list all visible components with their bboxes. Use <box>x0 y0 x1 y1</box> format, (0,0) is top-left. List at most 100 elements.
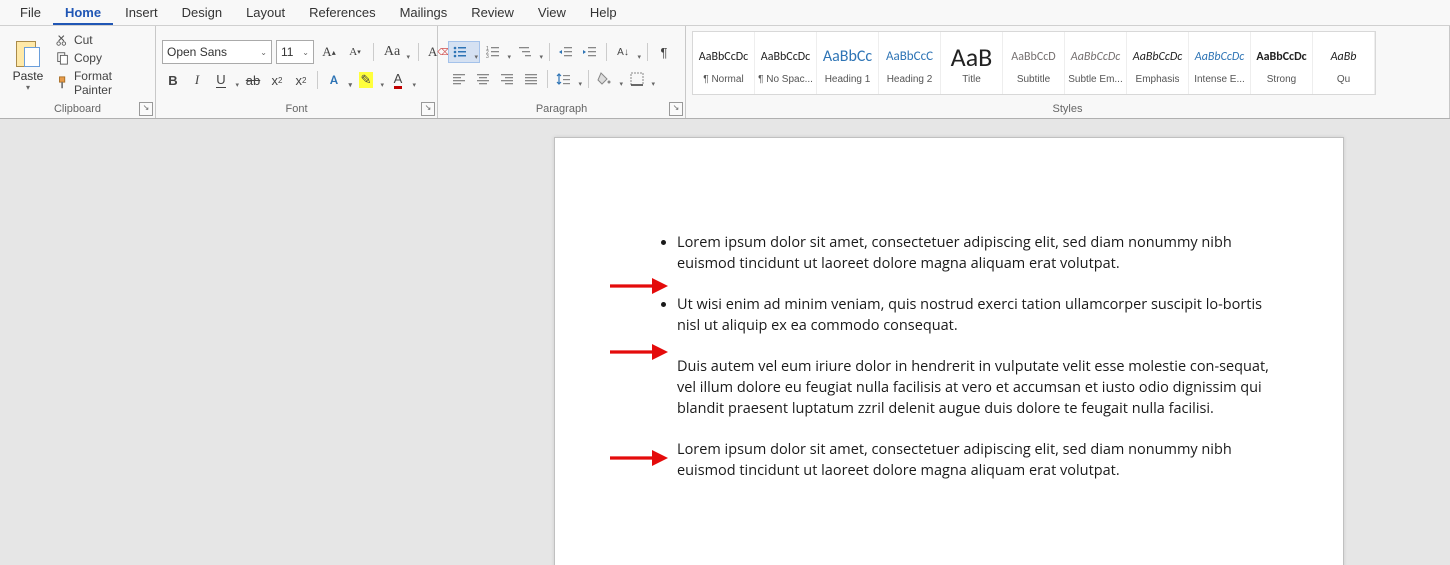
font-name-value: Open Sans <box>167 45 227 59</box>
font-size-value: 11 <box>281 45 293 59</box>
change-case-button[interactable]: Aa <box>381 42 411 62</box>
subscript-button[interactable]: x2 <box>266 70 288 90</box>
tab-review[interactable]: Review <box>459 1 526 25</box>
document-workspace: Lorem ipsum dolor sit amet, consectetuer… <box>0 119 1450 565</box>
italic-button[interactable]: I <box>186 70 208 90</box>
style-preview: AaBbCcC <box>886 42 933 72</box>
style-preview: AaBbCcDc <box>1256 42 1306 72</box>
style-name-label: Heading 2 <box>887 74 933 85</box>
list-item[interactable]: Ut wisi enim ad minim veniam, quis nostr… <box>677 294 1273 336</box>
tab-insert[interactable]: Insert <box>113 1 170 25</box>
style-item-qu[interactable]: AaBbQu <box>1313 32 1375 94</box>
copy-label: Copy <box>74 51 102 65</box>
style-item-normal[interactable]: AaBbCcDc ¶ Normal <box>693 32 755 94</box>
tab-help[interactable]: Help <box>578 1 629 25</box>
tab-references[interactable]: References <box>297 1 387 25</box>
outdent-button[interactable] <box>555 42 577 62</box>
style-preview: AaBbCc <box>823 42 872 72</box>
style-item-strong[interactable]: AaBbCcDc Strong <box>1251 32 1313 94</box>
text-effects-button[interactable]: A <box>323 70 353 90</box>
tab-mailings[interactable]: Mailings <box>388 1 460 25</box>
tab-layout[interactable]: Layout <box>234 1 297 25</box>
style-preview: AaB <box>951 42 993 72</box>
paragraph-text[interactable]: Duis autem vel eum iriure dolor in hendr… <box>677 356 1273 419</box>
superscript-button[interactable]: x2 <box>290 70 312 90</box>
document-body[interactable]: Lorem ipsum dolor sit amet, consectetuer… <box>655 232 1273 481</box>
style-preview: AaBbCcDc <box>761 42 810 72</box>
tab-view[interactable]: View <box>526 1 578 25</box>
font-color-button[interactable]: A <box>387 70 417 90</box>
style-name-label: ¶ No Spac... <box>758 74 813 85</box>
tab-design[interactable]: Design <box>170 1 234 25</box>
sort-button[interactable]: A↓ <box>612 42 642 62</box>
justify-button[interactable] <box>520 69 542 89</box>
style-preview: AaBbCcDc <box>699 42 748 72</box>
font-name-input[interactable]: Open Sans ⌄ <box>162 40 272 64</box>
numbering-button[interactable]: 123 <box>482 42 512 62</box>
list-item[interactable]: Lorem ipsum dolor sit amet, consectetuer… <box>677 232 1273 274</box>
group-clipboard: Paste ▾ Cut Copy <box>0 26 156 118</box>
cut-label: Cut <box>74 33 93 47</box>
align-right-button[interactable] <box>496 69 518 89</box>
borders-button[interactable] <box>626 69 656 89</box>
style-item-intense-e-[interactable]: AaBbCcDc Intense E... <box>1189 32 1251 94</box>
paste-button[interactable]: Paste ▾ <box>6 39 50 92</box>
bold-button[interactable]: B <box>162 70 184 90</box>
line-spacing-button[interactable] <box>553 69 583 89</box>
group-label-clipboard: Clipboard <box>6 101 149 118</box>
style-item-heading-2[interactable]: AaBbCcC Heading 2 <box>879 32 941 94</box>
align-left-button[interactable] <box>448 69 470 89</box>
paste-icon <box>16 39 40 67</box>
ribbon: Paste ▾ Cut Copy <box>0 26 1450 119</box>
font-size-input[interactable]: 11 ⌄ <box>276 40 314 64</box>
tab-file[interactable]: File <box>8 1 53 25</box>
format-painter-button[interactable]: Format Painter <box>56 69 149 97</box>
styles-gallery[interactable]: AaBbCcDc¶ NormalAaBbCcDc¶ No Spac...AaBb… <box>692 31 1376 95</box>
align-center-button[interactable] <box>472 69 494 89</box>
group-label-styles: Styles <box>692 101 1443 118</box>
style-item-title[interactable]: AaBTitle <box>941 32 1003 94</box>
paragraph-launcher[interactable]: ↘ <box>669 102 683 116</box>
scissors-icon <box>56 33 70 47</box>
indent-button[interactable] <box>579 42 601 62</box>
copy-button[interactable]: Copy <box>56 51 149 65</box>
style-item-subtitle[interactable]: AaBbCcD Subtitle <box>1003 32 1065 94</box>
cut-button[interactable]: Cut <box>56 33 149 47</box>
font-launcher[interactable]: ↘ <box>421 102 435 116</box>
style-preview: AaBbCcDc <box>1195 42 1244 72</box>
underline-button[interactable]: U <box>210 70 240 90</box>
style-preview: AaBbCcD <box>1011 42 1055 72</box>
chevron-down-icon: ⌄ <box>302 48 309 57</box>
style-item-no-spac-[interactable]: AaBbCcDc ¶ No Spac... <box>755 32 817 94</box>
style-name-label: Emphasis <box>1136 74 1180 85</box>
tab-home[interactable]: Home <box>53 1 113 25</box>
style-name-label: Heading 1 <box>825 74 871 85</box>
strike-button[interactable]: ab <box>242 70 264 90</box>
style-name-label: Strong <box>1267 74 1296 85</box>
multilevel-button[interactable] <box>514 42 544 62</box>
paste-label: Paste <box>13 69 44 83</box>
show-marks-button[interactable]: ¶ <box>653 42 675 62</box>
menu-tabs: File Home Insert Design Layout Reference… <box>0 0 1450 26</box>
copy-icon <box>56 51 70 65</box>
style-preview: AaBbCcDc <box>1133 42 1182 72</box>
group-styles: AaBbCcDc¶ NormalAaBbCcDc¶ No Spac...AaBb… <box>686 26 1450 118</box>
paragraph-text[interactable]: Lorem ipsum dolor sit amet, consectetuer… <box>677 439 1273 481</box>
chevron-down-icon: ⌄ <box>260 48 267 57</box>
shrink-font-button[interactable]: A▾ <box>344 42 366 62</box>
style-item-subtle-em-[interactable]: AaBbCcDcSubtle Em... <box>1065 32 1127 94</box>
bullets-button[interactable] <box>448 41 480 63</box>
style-name-label: Subtitle <box>1017 74 1050 85</box>
clipboard-launcher[interactable]: ↘ <box>139 102 153 116</box>
group-paragraph: 123 A↓ ¶ <box>438 26 686 118</box>
style-name-label: ¶ Normal <box>703 74 743 85</box>
grow-font-button[interactable]: A▴ <box>318 42 340 62</box>
style-item-emphasis[interactable]: AaBbCcDc Emphasis <box>1127 32 1189 94</box>
highlight-button[interactable]: ✎ <box>355 70 385 90</box>
format-painter-label: Format Painter <box>74 69 149 97</box>
style-item-heading-1[interactable]: AaBbCc Heading 1 <box>817 32 879 94</box>
document-page[interactable]: Lorem ipsum dolor sit amet, consectetuer… <box>554 137 1344 565</box>
style-preview: AaBbCcDc <box>1071 42 1120 72</box>
shading-button[interactable] <box>594 69 624 89</box>
style-name-label: Intense E... <box>1194 74 1245 85</box>
